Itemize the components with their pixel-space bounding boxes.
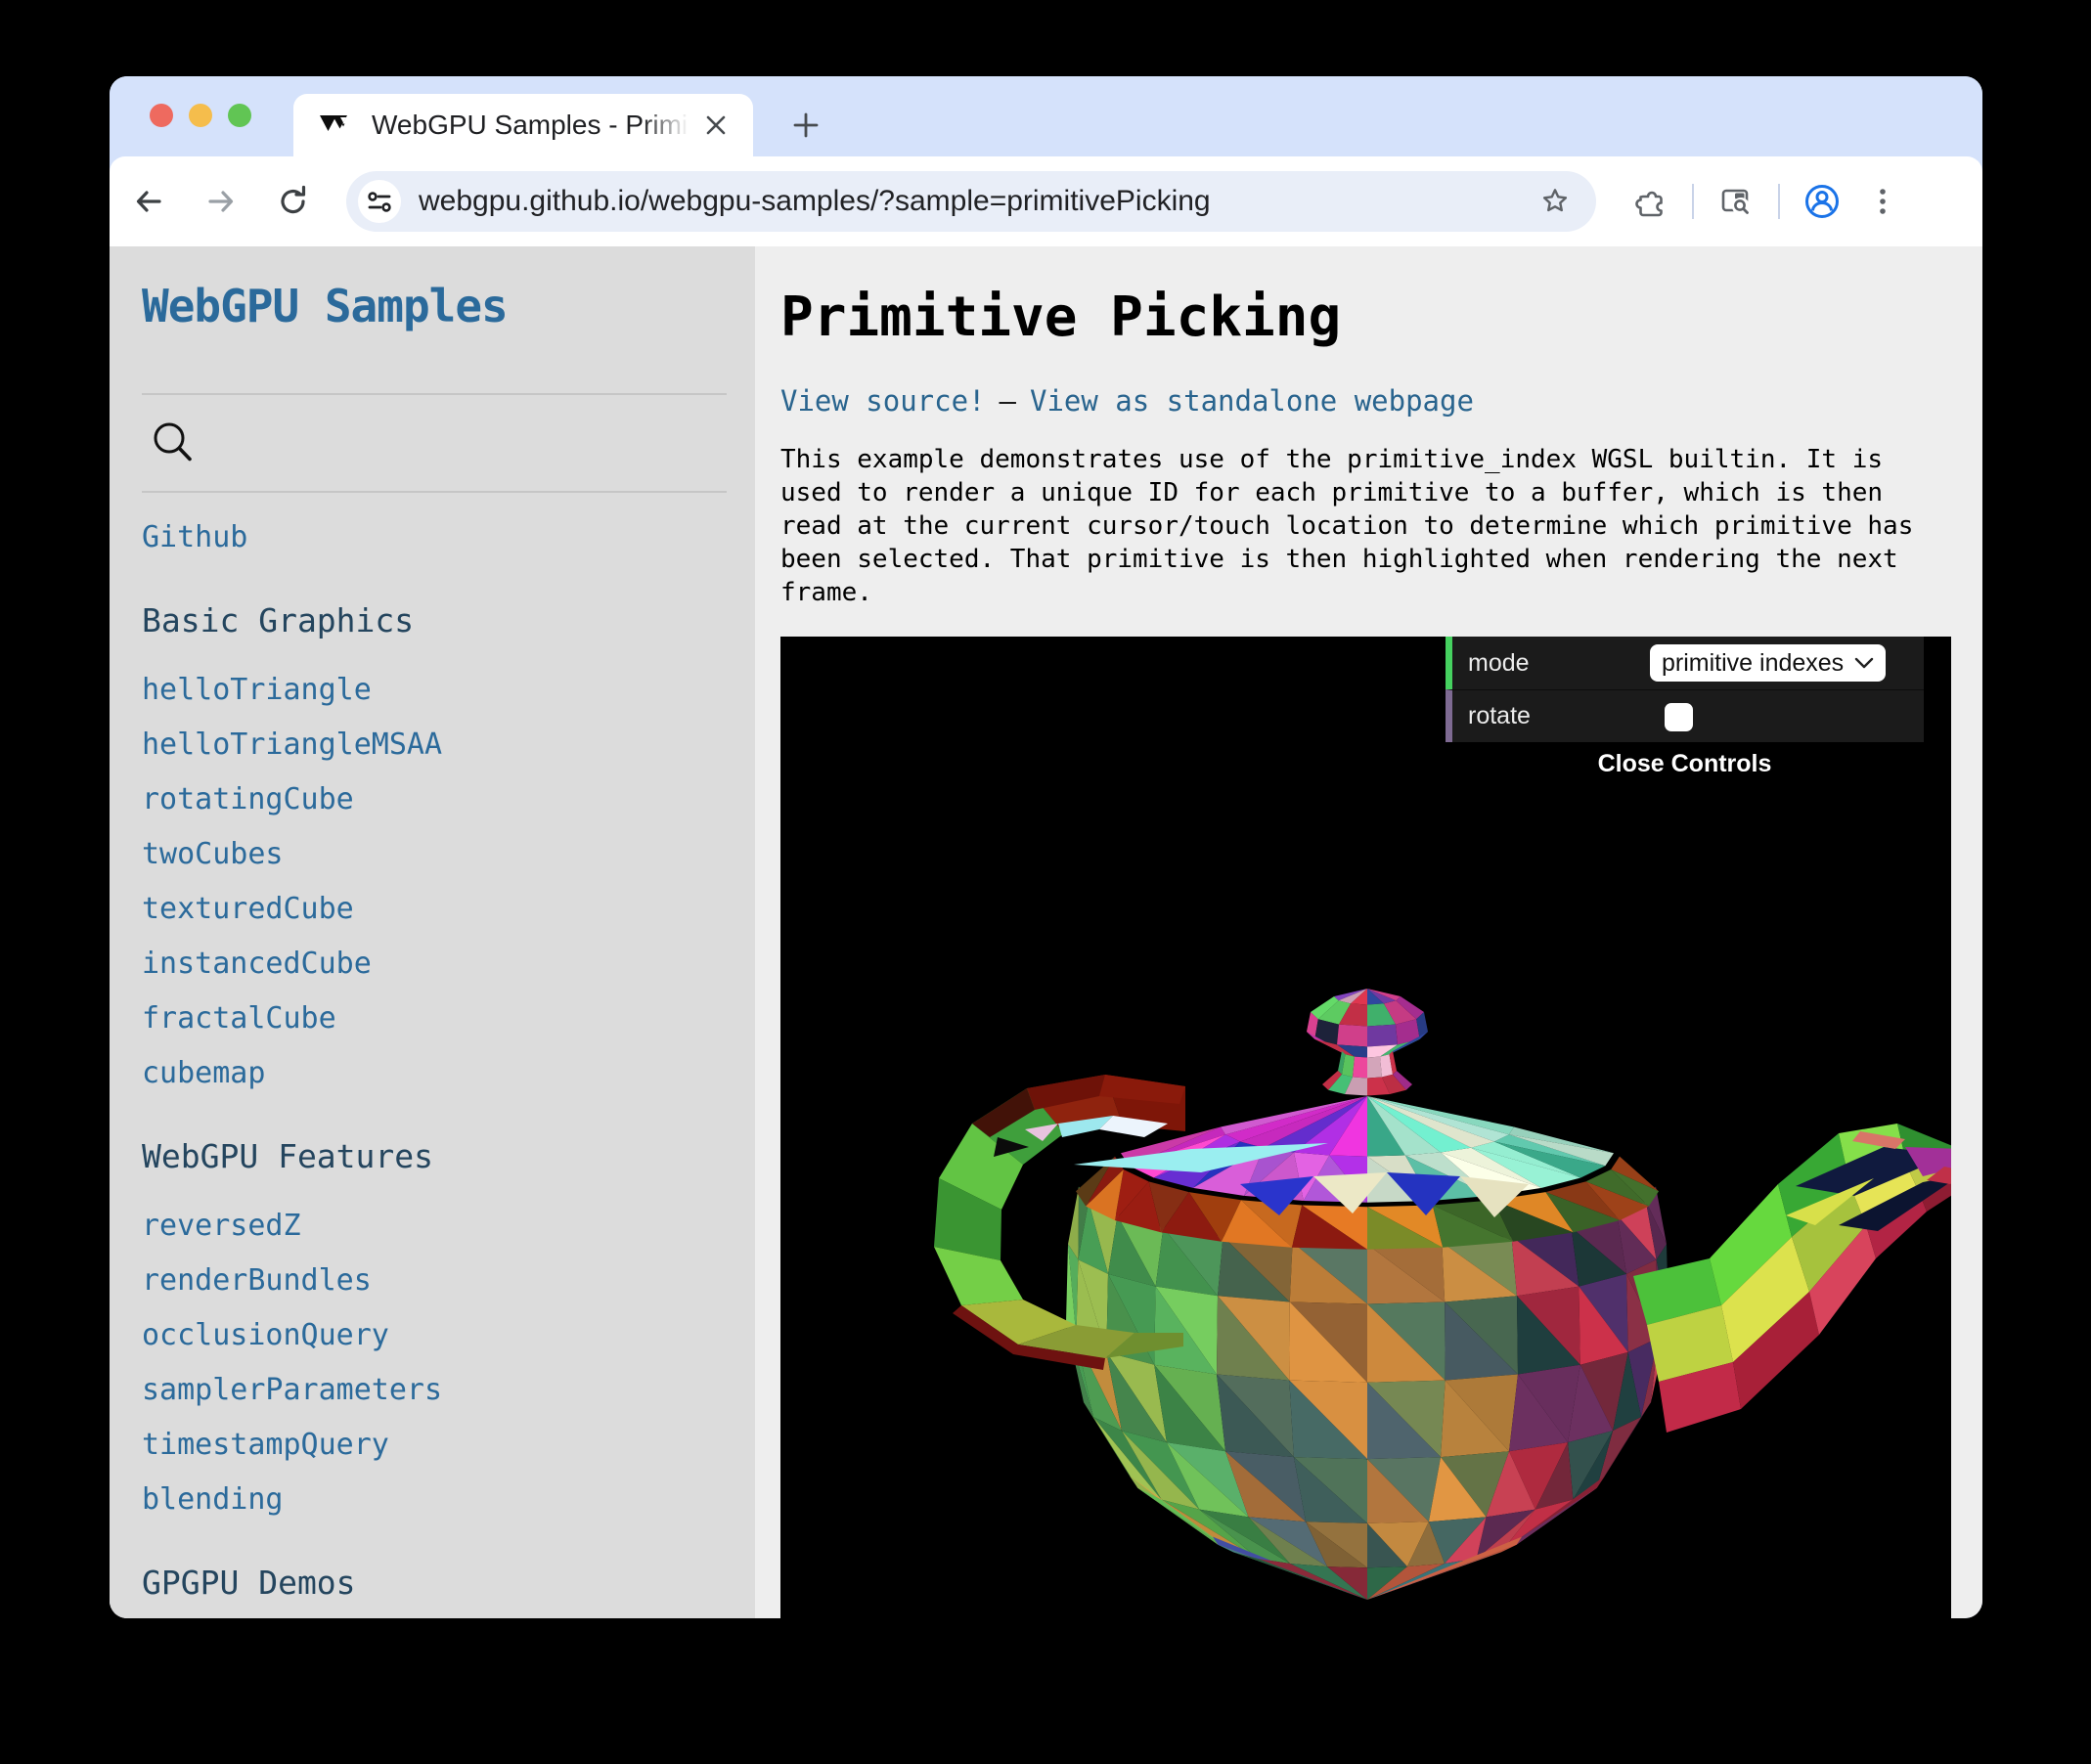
mode-select-value: primitive indexes bbox=[1662, 649, 1854, 678]
close-controls-button[interactable]: Close Controls bbox=[1446, 742, 1924, 785]
list-item: rotatingCube bbox=[142, 782, 727, 816]
sidebar-item-samplerparameters[interactable]: samplerParameters bbox=[142, 1373, 442, 1407]
sidebar-item-instancedcube[interactable]: instancedCube bbox=[142, 947, 372, 981]
list-item: helloTriangle bbox=[142, 673, 727, 707]
mode-label: mode bbox=[1452, 649, 1530, 678]
list-item: instancedCube bbox=[142, 947, 727, 981]
section-header-gpgpu-demos: GPGPU Demos bbox=[142, 1564, 727, 1602]
toolbar-right-icons bbox=[1624, 175, 1909, 228]
sidebar-list-basic-graphics: helloTriangle helloTriangleMSAA rotating… bbox=[142, 673, 727, 1090]
sidebar-item-timestampquery[interactable]: timestampQuery bbox=[142, 1428, 389, 1462]
sidebar-item-occlusionquery[interactable]: occlusionQuery bbox=[142, 1318, 389, 1352]
sidebar: WebGPU Samples Github Basic Graphics hel… bbox=[110, 246, 755, 1618]
divider bbox=[142, 491, 727, 493]
new-tab-button[interactable] bbox=[782, 102, 829, 149]
reload-button[interactable] bbox=[266, 174, 321, 229]
bookmark-star-icon[interactable] bbox=[1534, 180, 1577, 223]
sidebar-list-webgpu-features: reversedZ renderBundles occlusionQuery s… bbox=[142, 1209, 727, 1517]
maximize-window-button[interactable] bbox=[228, 104, 251, 127]
divider bbox=[142, 393, 727, 395]
sidebar-item-blending[interactable]: blending bbox=[142, 1482, 284, 1517]
sidebar-item-fractalcube[interactable]: fractalCube bbox=[142, 1001, 336, 1036]
tab-title-fade bbox=[642, 111, 700, 156]
list-item: twoCubes bbox=[142, 837, 727, 871]
main-content: Primitive Picking View source!–View as s… bbox=[755, 246, 1982, 1618]
list-item: samplerParameters bbox=[142, 1373, 727, 1407]
rotate-checkbox[interactable] bbox=[1665, 703, 1693, 731]
list-item: helloTriangleMSAA bbox=[142, 728, 727, 762]
list-item: fractalCube bbox=[142, 1001, 727, 1036]
standalone-webpage-link[interactable]: View as standalone webpage bbox=[1030, 384, 1474, 418]
list-item: texturedCube bbox=[142, 892, 727, 926]
tab-strip: WebGPU Samples - Primitive bbox=[110, 76, 1982, 156]
toolbar-separator bbox=[1692, 184, 1694, 219]
sample-description: This example demonstrates use of the pri… bbox=[780, 443, 1951, 609]
site-title: WebGPU Samples bbox=[142, 280, 727, 332]
browser-window: WebGPU Samples - Primitive bbox=[110, 76, 1982, 1618]
mode-select[interactable]: primitive indexes bbox=[1650, 644, 1886, 682]
search-tabs-icon[interactable] bbox=[1710, 175, 1762, 228]
search-form[interactable] bbox=[148, 415, 727, 471]
search-icon[interactable] bbox=[148, 418, 199, 468]
list-item: occlusionQuery bbox=[142, 1318, 727, 1352]
sidebar-item-texturedcube[interactable]: texturedCube bbox=[142, 892, 354, 926]
list-item: timestampQuery bbox=[142, 1428, 727, 1462]
url-text[interactable]: webgpu.github.io/webgpu-samples/?sample=… bbox=[419, 185, 1534, 218]
section-header-basic-graphics: Basic Graphics bbox=[142, 601, 727, 639]
traffic-lights bbox=[150, 104, 251, 127]
webgpu-canvas[interactable]: mode primitive indexes rotate Close Cont… bbox=[780, 637, 1951, 1618]
close-window-button[interactable] bbox=[150, 104, 173, 127]
link-separator: – bbox=[1000, 384, 1016, 418]
dat-gui-panel: mode primitive indexes rotate Close Cont… bbox=[1446, 637, 1924, 785]
page-title: Primitive Picking bbox=[780, 286, 1982, 349]
sidebar-item-reversedz[interactable]: reversedZ bbox=[142, 1209, 301, 1243]
list-item: reversedZ bbox=[142, 1209, 727, 1243]
sidebar-item-renderbundles[interactable]: renderBundles bbox=[142, 1263, 372, 1298]
sidebar-item-rotatingcube[interactable]: rotatingCube bbox=[142, 782, 354, 816]
sidebar-item-hellotrianglemsaa[interactable]: helloTriangleMSAA bbox=[142, 728, 442, 762]
minimize-window-button[interactable] bbox=[189, 104, 212, 127]
rotate-label: rotate bbox=[1452, 702, 1531, 730]
chevron-down-icon bbox=[1854, 657, 1874, 670]
menu-kebab-icon[interactable] bbox=[1856, 175, 1909, 228]
sidebar-item-cubemap[interactable]: cubemap bbox=[142, 1056, 265, 1090]
section-header-webgpu-features: WebGPU Features bbox=[142, 1137, 727, 1175]
tab-close-icon[interactable] bbox=[696, 106, 735, 145]
extensions-icon[interactable] bbox=[1624, 175, 1676, 228]
sidebar-item-github[interactable]: Github bbox=[142, 520, 727, 554]
page-content: WebGPU Samples Github Basic Graphics hel… bbox=[110, 246, 1982, 1618]
site-info-icon[interactable] bbox=[358, 180, 401, 223]
list-item: cubemap bbox=[142, 1056, 727, 1090]
browser-toolbar: webgpu.github.io/webgpu-samples/?sample=… bbox=[110, 156, 1982, 246]
view-source-link[interactable]: View source! bbox=[780, 384, 986, 418]
sidebar-item-hellotriangle[interactable]: helloTriangle bbox=[142, 673, 372, 707]
sidebar-item-twocubes[interactable]: twoCubes bbox=[142, 837, 284, 871]
forward-button[interactable] bbox=[194, 174, 248, 229]
gui-row-mode: mode primitive indexes bbox=[1446, 637, 1924, 689]
browser-tab[interactable]: WebGPU Samples - Primitive bbox=[293, 94, 753, 156]
toolbar-separator bbox=[1778, 184, 1780, 219]
profile-avatar[interactable] bbox=[1796, 175, 1848, 228]
sample-links: View source!–View as standalone webpage bbox=[780, 384, 1982, 418]
address-bar[interactable]: webgpu.github.io/webgpu-samples/?sample=… bbox=[346, 171, 1596, 232]
back-button[interactable] bbox=[121, 174, 176, 229]
webgpu-favicon-icon bbox=[319, 112, 354, 138]
list-item: renderBundles bbox=[142, 1263, 727, 1298]
list-item: blending bbox=[142, 1482, 727, 1517]
gui-row-rotate: rotate bbox=[1446, 689, 1924, 742]
